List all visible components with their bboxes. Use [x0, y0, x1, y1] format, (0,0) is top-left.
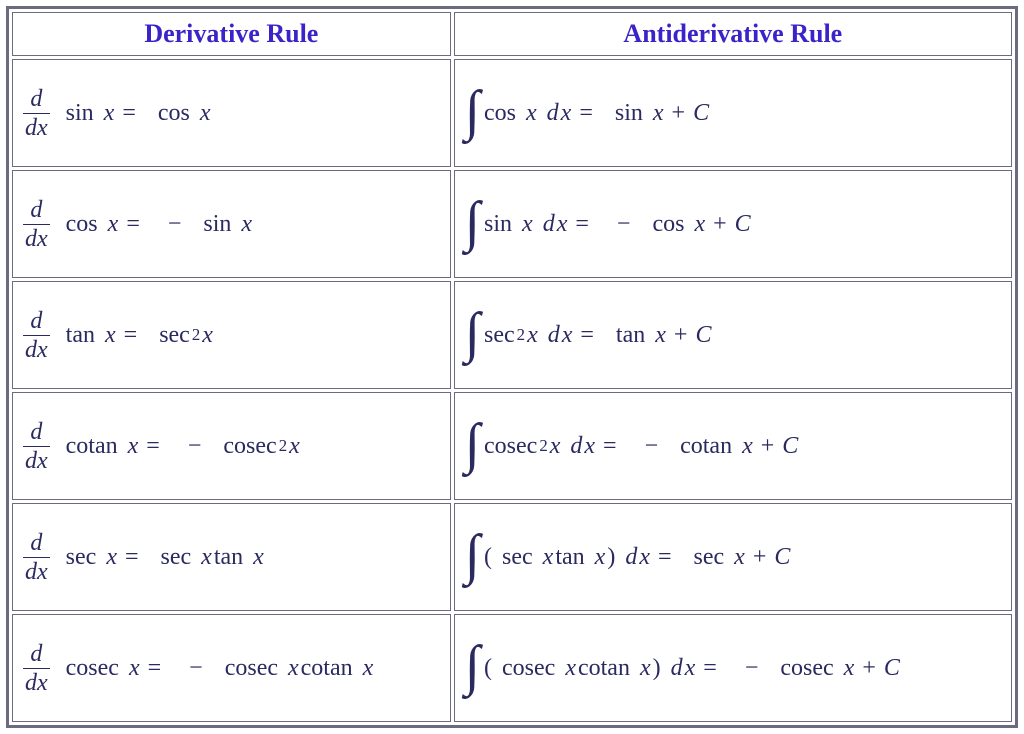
derivative-formula: d dx tanx = sec2x [23, 309, 440, 362]
derivative-formula: d dx cosx = − sinx [23, 198, 440, 251]
header-derivative: Derivative Rule [12, 12, 451, 56]
ddx-icon: d dx [23, 531, 50, 584]
table-row: d dx cotanx = − cosec2x ∫ cosec2x dx [12, 392, 1012, 500]
derivative-formula: d dx cosecx = − cosecxcotanx [23, 642, 440, 695]
integral-icon: ∫ [465, 416, 480, 472]
rules-table: Derivative Rule Antiderivative Rule d dx… [6, 6, 1018, 728]
antiderivative-formula: ∫ cosec2x dx = − cotanx + C [465, 418, 1001, 474]
table-row: d dx cosx = − sinx ∫ sinx dx = [12, 170, 1012, 278]
integral-icon: ∫ [465, 527, 480, 583]
integral-icon: ∫ [465, 305, 480, 361]
ddx-icon: d dx [23, 87, 50, 140]
antiderivative-formula: ∫ ( secxtanx ) dx = secx + C [465, 529, 1001, 585]
antiderivative-formula: ∫ sec2x dx = tanx + C [465, 307, 1001, 363]
header-antiderivative: Antiderivative Rule [454, 12, 1012, 56]
derivative-formula: d dx secx = secxtanx [23, 531, 440, 584]
integral-icon: ∫ [465, 83, 480, 139]
derivative-formula: d dx cotanx = − cosec2x [23, 420, 440, 473]
derivative-formula: d dx sinx = cosx [23, 87, 440, 140]
integral-icon: ∫ [465, 638, 480, 694]
ddx-icon: d dx [23, 309, 50, 362]
table-row: d dx tanx = sec2x ∫ sec2x dx = t [12, 281, 1012, 389]
antiderivative-formula: ∫ ( cosecxcotanx ) dx = − cosecx + C [465, 640, 1001, 696]
ddx-icon: d dx [23, 642, 50, 695]
ddx-icon: d dx [23, 420, 50, 473]
ddx-icon: d dx [23, 198, 50, 251]
antiderivative-formula: ∫ sinx dx = − cosx + C [465, 196, 1001, 252]
antiderivative-formula: ∫ cosx dx = sinx + C [465, 85, 1001, 141]
table-row: d dx sinx = cosx ∫ cosx dx = sin [12, 59, 1012, 167]
integral-icon: ∫ [465, 194, 480, 250]
table-row: d dx secx = secxtanx ∫ ( secxtanx ) dx [12, 503, 1012, 611]
table-row: d dx cosecx = − cosecxcotanx ∫ ( cosecxc… [12, 614, 1012, 722]
